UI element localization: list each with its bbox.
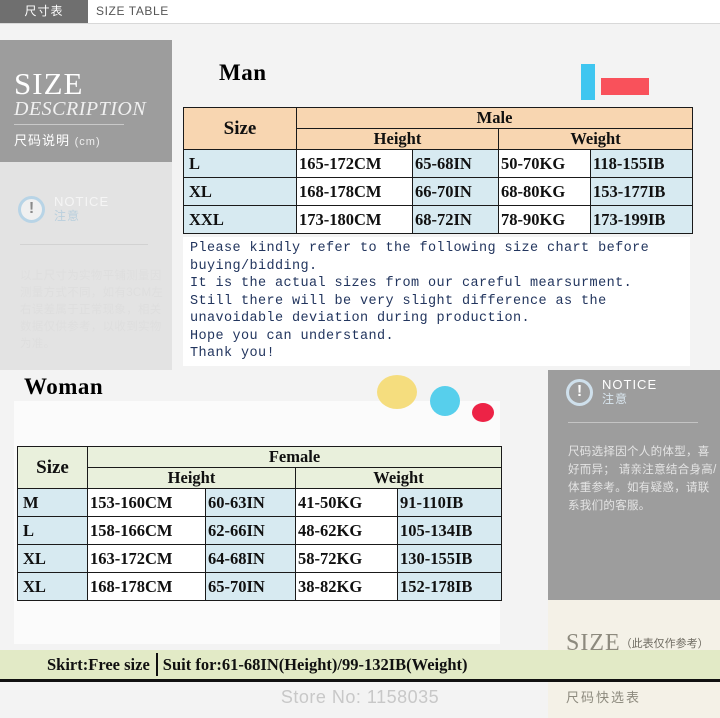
male-weight-header: Weight — [497, 128, 694, 150]
decoration-cyan-bar — [581, 64, 595, 100]
footer-size-note: （此表仅作参考） — [620, 638, 709, 650]
left-notice-body: 以上尺寸为实物平铺测量因测量方式不同，如有3CM左右误差属于正常现象，相关数据仅… — [20, 270, 164, 350]
male-row-weight-ib: 118-155IB — [589, 149, 694, 178]
female-weight-header: Weight — [295, 467, 502, 489]
male-height-header: Height — [296, 128, 499, 150]
female-height-header: Height — [87, 467, 296, 489]
left-size-label-cn: 尺码说明 (cm) — [14, 130, 101, 149]
table-row: Size Male — [183, 107, 694, 150]
left-size-label-cn-text: 尺码说明 — [14, 133, 71, 148]
female-row-height-in: 65-70IN — [205, 572, 296, 601]
table-row: L 165-172CM 65-68IN 50-70KG 118-155IB — [183, 149, 694, 178]
female-row-size: XL — [17, 572, 88, 601]
female-row-height-cm: 163-172CM — [87, 544, 206, 573]
male-row-weight-kg: 78-90KG — [498, 205, 591, 234]
female-row-height-cm: 168-178CM — [87, 572, 206, 601]
right-notice-row: ! NOTICE 注意 — [566, 377, 716, 407]
table-row: Size Female — [17, 446, 502, 489]
bottom-summary-bar: Skirt:Free size Suit for:61-68IN(Height)… — [0, 650, 720, 682]
female-row-weight-kg: 38-82KG — [295, 572, 398, 601]
right-notice-words: NOTICE 注意 — [602, 377, 658, 407]
male-row-height-cm: 173-180CM — [296, 205, 413, 234]
table-row: XL 163-172CM 64-68IN 58-72KG 130-155IB — [17, 544, 502, 573]
decoration-cyan-circle — [430, 386, 460, 416]
notes-text: Please kindly refer to the following siz… — [190, 241, 650, 361]
left-notice-divider — [20, 244, 148, 245]
male-row-height-in: 66-70IN — [412, 177, 499, 206]
female-row-height-cm: 153-160CM — [87, 488, 206, 517]
male-row-weight-kg: 50-70KG — [498, 149, 591, 178]
female-row-weight-kg: 41-50KG — [295, 488, 398, 517]
suit-for-text: Suit for:61-68IN(Height)/99-132IB(Weight… — [162, 654, 468, 674]
left-notice-cn: 注意 — [54, 208, 81, 223]
female-row-weight-ib: 152-178IB — [397, 572, 502, 601]
bottom-summary-inner: Skirt:Free size Suit for:61-68IN(Height)… — [47, 650, 468, 679]
left-sidebar-header: SIZE DESCRIPTION 尺码说明 (cm) — [0, 40, 172, 162]
male-row-weight-ib: 173-199IB — [589, 205, 694, 234]
female-row-weight-ib: 91-110IB — [397, 488, 502, 517]
female-row-weight-kg: 48-62KG — [295, 516, 398, 545]
table-row: XL 168-178CM 65-70IN 38-82KG 152-178IB — [17, 572, 502, 601]
female-row-height-in: 62-66IN — [205, 516, 296, 545]
female-row-weight-kg: 58-72KG — [295, 544, 398, 573]
left-notice-row: ! NOTICE 注意 — [18, 194, 168, 224]
left-notice-header: ! NOTICE 注意 — [18, 194, 168, 224]
female-row-height-in: 60-63IN — [205, 488, 296, 517]
male-row-height-cm: 168-178CM — [296, 177, 413, 206]
male-row-weight-kg: 68-80KG — [498, 177, 591, 206]
female-row-weight-ib: 130-155IB — [397, 544, 502, 573]
male-row-size: XL — [183, 177, 297, 206]
tab-size-table[interactable]: 尺寸表 — [0, 0, 88, 23]
male-size-table: Size Male Height Weight L 165-172CM 65-6… — [183, 107, 694, 234]
right-notice-en: NOTICE — [602, 377, 658, 392]
left-divider — [14, 124, 124, 125]
female-group-header: Female — [87, 446, 502, 468]
right-notice-header: ! NOTICE 注意 — [566, 377, 716, 407]
left-notice-en: NOTICE — [54, 194, 110, 209]
female-row-height-in: 64-68IN — [205, 544, 296, 573]
left-description-word: DESCRIPTION — [14, 98, 147, 120]
exclamation-icon: ! — [18, 195, 45, 223]
tab-title-english: SIZE TABLE — [96, 4, 169, 18]
table-row: L 158-166CM 62-66IN 48-62KG 105-134IB — [17, 516, 502, 545]
table-row: M 153-160CM 60-63IN 41-50KG 91-110IB — [17, 488, 502, 517]
female-row-weight-ib: 105-134IB — [397, 516, 502, 545]
male-row-height-in: 65-68IN — [412, 149, 499, 178]
decoration-yellow-circle — [377, 375, 417, 409]
male-row-height-in: 68-72IN — [412, 205, 499, 234]
left-size-word: SIZE — [14, 66, 84, 101]
tab-bar: 尺寸表 SIZE TABLE — [0, 0, 720, 24]
man-section-title: Man — [219, 60, 267, 85]
size-table-page: 尺寸表 SIZE TABLE SIZE DESCRIPTION 尺码说明 (cm… — [0, 0, 720, 718]
table-row: XL 168-178CM 66-70IN 68-80KG 153-177IB — [183, 177, 694, 206]
right-notice-divider — [568, 422, 698, 423]
male-row-height-cm: 165-172CM — [296, 149, 413, 178]
left-notice-words: NOTICE 注意 — [54, 194, 110, 224]
bottom-bar-divider — [155, 653, 158, 676]
skirt-free-size-text: Skirt:Free size — [47, 654, 150, 674]
female-row-size: M — [17, 488, 88, 517]
male-group-header: Male — [295, 107, 694, 129]
male-row-size: L — [183, 149, 297, 178]
table-row: XXL 173-180CM 68-72IN 78-90KG 173-199IB — [183, 205, 694, 234]
left-size-unit: (cm) — [74, 136, 101, 148]
female-size-table: Size Female Height Weight M 153-160CM 60… — [17, 446, 502, 601]
male-size-header: Size — [183, 107, 297, 150]
right-notice-cn: 注意 — [602, 391, 629, 406]
female-size-header: Size — [17, 446, 88, 489]
male-row-size: XXL — [183, 205, 297, 234]
decoration-red-circle — [472, 403, 494, 422]
woman-section-title: Woman — [24, 374, 104, 399]
female-row-height-cm: 158-166CM — [87, 516, 206, 545]
female-row-size: XL — [17, 544, 88, 573]
male-row-weight-ib: 153-177IB — [589, 177, 694, 206]
exclamation-icon: ! — [566, 378, 593, 406]
table-row: Height Weight — [18, 467, 502, 489]
decoration-red-bar — [601, 78, 649, 95]
store-number-watermark: Store No: 1158035 — [280, 687, 440, 707]
female-row-size: L — [17, 516, 88, 545]
right-notice-body: 尺码选择因个人的体型，喜好而异； 请亲注意结合身高/体重参考。如有疑惑，请联系我… — [568, 446, 717, 512]
